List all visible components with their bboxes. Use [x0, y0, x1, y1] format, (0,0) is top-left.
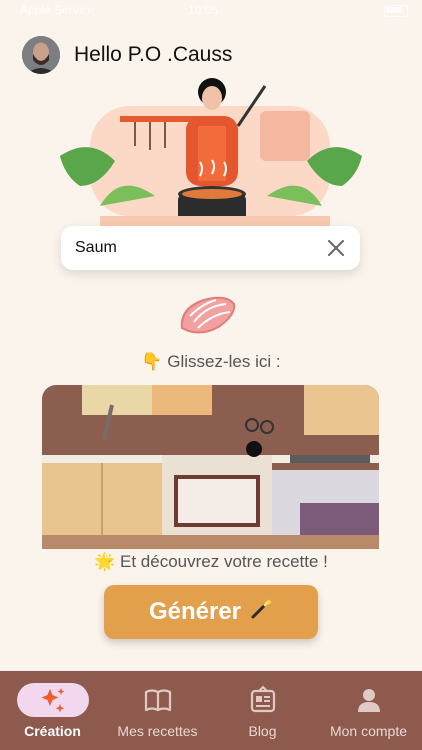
avatar[interactable] [22, 36, 60, 74]
status-bar: Apple Service 10:05 [0, 0, 422, 22]
open-book-icon [122, 683, 194, 717]
drop-label: 👇 Glissez-les ici : [141, 352, 281, 371]
discover-label: 🌟 Et découvrez votre recette ! [94, 552, 328, 571]
magic-wand-icon [249, 597, 273, 628]
newspaper-icon [227, 683, 299, 717]
generate-label: Générer [148, 598, 242, 625]
salmon-ingredient[interactable] [176, 292, 240, 340]
tab-label: Mes recettes [117, 723, 198, 739]
kitchen-dropzone[interactable] [42, 385, 379, 549]
header: Hello P.O .Causs [22, 36, 232, 74]
generate-button[interactable]: Générer [104, 585, 318, 639]
tab-creation[interactable]: Création [0, 671, 105, 750]
close-icon[interactable] [326, 238, 346, 258]
sparkles-icon [16, 683, 89, 717]
user-icon [333, 683, 405, 717]
battery-icon [384, 5, 408, 17]
ingredient-search [61, 226, 360, 270]
tab-label: Mon compte [329, 723, 408, 739]
carrier-label: Apple Service [20, 3, 95, 17]
chef-illustration [60, 76, 362, 232]
tab-label: Création [24, 723, 81, 739]
greeting: Hello P.O .Causs [74, 43, 233, 66]
tab-mes-recettes[interactable]: Mes recettes [105, 671, 210, 750]
tab-mon-compte[interactable]: Mon compte [315, 671, 422, 750]
tab-blog[interactable]: Blog [210, 671, 315, 750]
tab-bar: Création Mes recettes Blog Mon compte [0, 671, 422, 750]
search-input[interactable] [73, 238, 317, 258]
tab-label: Blog [248, 723, 277, 739]
clock: 10:05 [188, 3, 219, 17]
